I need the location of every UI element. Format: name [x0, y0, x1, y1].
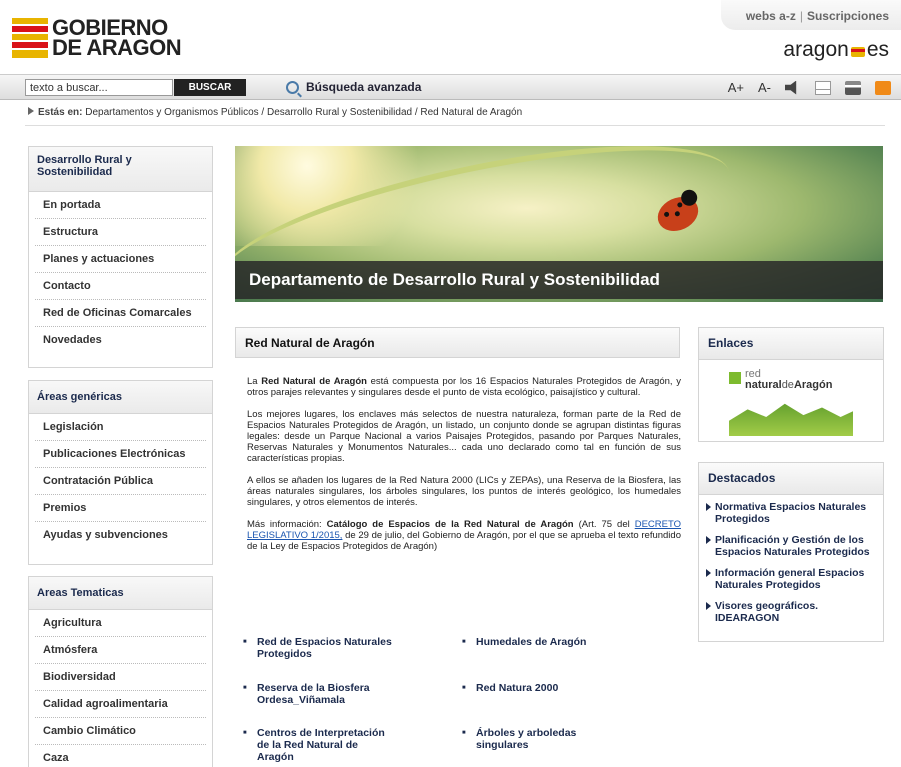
paragraph: A ellos se añaden los lugares de la Red … [247, 475, 681, 508]
enlaces-title: Enlaces [699, 328, 883, 360]
link-item[interactable]: Reserva de la Biosfera Ordesa_Viñamala [243, 682, 397, 706]
sidebar-item[interactable]: Premios [35, 495, 206, 522]
paragraph: Los mejores lugares, los enclaves más se… [247, 409, 681, 464]
rss-icon[interactable] [875, 80, 891, 95]
destacado-item[interactable]: Visores geográficos. IDEARAGON [699, 594, 883, 627]
sidebar-item[interactable]: Cambio Climático [35, 718, 206, 745]
sidebar-item[interactable]: Caza [35, 745, 206, 767]
font-increase-button[interactable]: A+ [728, 80, 744, 95]
header: GOBIERNO DE ARAGON webs a-z | Suscripcione… [0, 0, 901, 74]
tools: A+ A- [728, 80, 891, 95]
logo-line2: DE ARAGON [52, 35, 182, 60]
banner-title: Departamento de Desarrollo Rural y Soste… [235, 261, 883, 299]
search-button[interactable]: BUSCAR [174, 79, 246, 96]
red-natural-aragon-logo[interactable]: red naturaldeAragón [729, 368, 853, 436]
destacados-box: Destacados Normativa Espacios Naturales … [698, 462, 884, 642]
sidebar-section-title: Áreas genéricas [29, 381, 212, 414]
link-item[interactable]: Red Natura 2000 [462, 682, 636, 694]
aragon-es-logo[interactable]: aragon es [783, 38, 889, 62]
destacado-item[interactable]: Normativa Espacios Naturales Protegidos [699, 495, 883, 528]
sidebar-section-areas-tematicas: Areas Tematicas Agricultura Atmósfera Bi… [28, 576, 213, 767]
search-icon [286, 80, 299, 94]
link-item[interactable]: Humedales de Aragón [462, 636, 636, 648]
font-decrease-button[interactable]: A- [758, 80, 771, 95]
search-bar: BUSCAR Búsqueda avanzada A+ A- [0, 74, 901, 100]
sidebar-item[interactable]: Legislación [35, 414, 206, 441]
intro-paragraph: La Red Natural de Aragón está compuesta … [247, 376, 681, 398]
destacado-item[interactable]: Información general Espacios Naturales P… [699, 561, 883, 594]
link-item[interactable]: Centros de Interpretación de la Red Natu… [243, 727, 397, 763]
advanced-search-link[interactable]: Búsqueda avanzada [286, 80, 421, 94]
top-links: webs a-z | Suscripciones [745, 9, 889, 23]
mail-icon[interactable] [815, 80, 831, 95]
speaker-icon[interactable] [785, 80, 797, 95]
gobierno-aragon-logo[interactable]: GOBIERNO DE ARAGON [12, 17, 182, 60]
print-icon[interactable] [845, 80, 861, 95]
sidebar-item[interactable]: Planes y actuaciones [35, 246, 206, 273]
banner: Departamento de Desarrollo Rural y Soste… [235, 146, 883, 302]
sidebar-item[interactable]: Contratación Pública [35, 468, 206, 495]
breadcrumb: Estás en: Departamentos y Organismos Púb… [28, 107, 522, 118]
aragon-flag-icon [850, 47, 865, 57]
more-info-paragraph: Más información: Catálogo de Espacios de… [247, 519, 681, 552]
enlaces-box: Enlaces red naturaldeAragón [698, 327, 884, 442]
sidebar-item[interactable]: Atmósfera [35, 637, 206, 664]
sidebar-item[interactable]: Ayudas y subvenciones [35, 522, 206, 549]
search-input[interactable] [25, 79, 173, 96]
destacado-item[interactable]: Planificación y Gestión de los Espacios … [699, 528, 883, 561]
sidebar-item[interactable]: Calidad agroalimentaria [35, 691, 206, 718]
main-content: La Red Natural de Aragón está compuesta … [247, 376, 681, 563]
suscripciones-link[interactable]: Suscripciones [807, 9, 889, 23]
destacados-title: Destacados [699, 463, 883, 495]
arrow-icon [28, 107, 34, 115]
link-item[interactable]: Árboles y arboledas singulares [462, 727, 606, 751]
sidebar-section-title: Areas Tematicas [29, 577, 212, 610]
sidebar-item[interactable]: Publicaciones Electrónicas [35, 441, 206, 468]
sidebar-item[interactable]: Red de Oficinas Comarcales [35, 300, 206, 327]
flag-icon [12, 18, 48, 58]
sidebar-item[interactable]: Estructura [35, 219, 206, 246]
sidebar-section-department: Desarrollo Rural y Sostenibilidad En por… [28, 146, 213, 368]
sidebar-item[interactable]: Agricultura [35, 610, 206, 637]
sidebar-section-title[interactable]: Desarrollo Rural y Sostenibilidad [29, 147, 212, 192]
sidebar-item[interactable]: Biodiversidad [35, 664, 206, 691]
sidebar-item[interactable]: Contacto [35, 273, 206, 300]
sidebar-section-areas-genericas: Áreas genéricas Legislación Publicacione… [28, 380, 213, 565]
sidebar-item[interactable]: Novedades [35, 327, 206, 354]
webs-az-link[interactable]: webs a-z [746, 9, 796, 23]
sidebar-item[interactable]: En portada [35, 192, 206, 219]
breadcrumb-path[interactable]: Departamentos y Organismos Públicos / De… [85, 107, 522, 118]
link-item[interactable]: Red de Espacios Naturales Protegidos [243, 636, 397, 660]
page-title: Red Natural de Aragón [235, 327, 680, 358]
